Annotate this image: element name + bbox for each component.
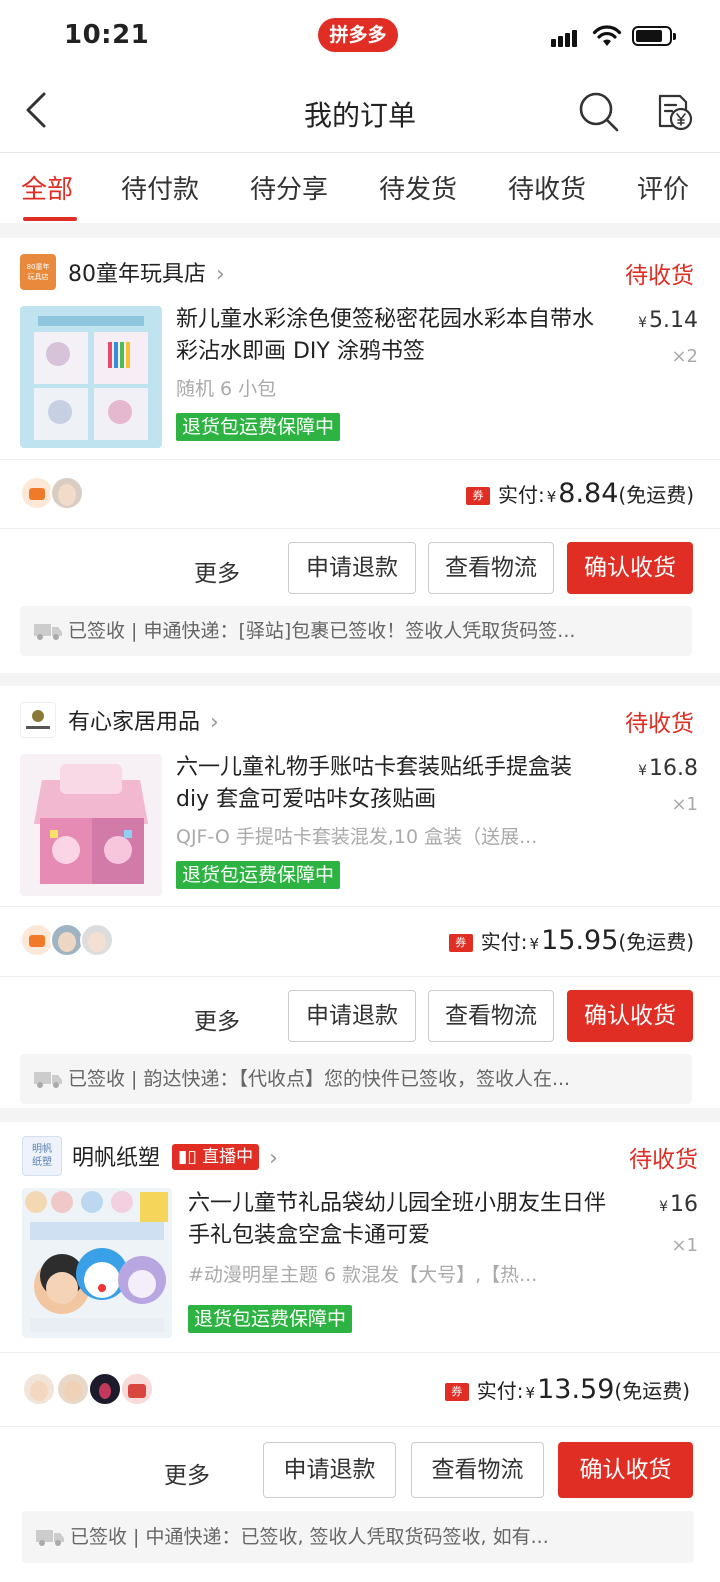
avatar bbox=[120, 1372, 154, 1406]
more-button[interactable]: 更多 bbox=[194, 554, 240, 588]
confirm-receipt-button[interactable]: 确认收货 bbox=[567, 542, 693, 594]
product-spec: QJF-O 手提咕卡套装混发,10 盒装（送展... bbox=[176, 826, 538, 848]
tab-review[interactable]: 评价 bbox=[637, 169, 689, 206]
more-button[interactable]: 更多 bbox=[194, 1002, 240, 1036]
active-tab-indicator bbox=[23, 217, 77, 221]
coupon-badge: 券 bbox=[444, 1383, 469, 1401]
avatar bbox=[56, 1372, 90, 1406]
shop-logo bbox=[20, 702, 56, 738]
truck-icon bbox=[34, 1072, 62, 1088]
divider bbox=[0, 459, 720, 460]
coupon-badge: 券 bbox=[465, 487, 490, 505]
order-card: 明帆 纸塑 明帆纸塑 ▮▯ 直播中 › 待收货 六一儿童节礼品袋幼儿园全班小朋友生日… bbox=[0, 1122, 720, 1582]
coupon-badge: 券 bbox=[448, 934, 473, 952]
order-status: 待收货 bbox=[625, 711, 694, 737]
logistics-bar[interactable]: 已签收 | 申通快递：[驿站]包裹已签收！签收人凭取货码签... bbox=[20, 606, 692, 656]
order-card: 有心家居用品 › 待收货 六一儿童礼物手账咕卡套装贴纸手提盒装 diy 套盒可爱咕… bbox=[0, 686, 720, 1108]
product-image[interactable] bbox=[20, 306, 162, 448]
guarantee-badge: 退货包运费保障中 bbox=[176, 413, 341, 441]
signal-icon bbox=[551, 28, 579, 47]
shop-name[interactable]: 明帆纸塑 ▮▯ 直播中 › bbox=[72, 1140, 278, 1172]
logistics-bar[interactable]: 已签收 | 中通快递：已签收, 签收人凭取货码签收, 如有... bbox=[22, 1511, 694, 1563]
app-badge: 拼多多 bbox=[318, 18, 398, 52]
chevron-right-icon: › bbox=[216, 262, 225, 287]
product-title[interactable]: 新儿童水彩涂色便签秘密花园水彩本自带水彩沾水即画 DIY 涂鸦书签 bbox=[176, 304, 606, 368]
divider bbox=[0, 906, 720, 907]
paid-total: 券实付: ¥8.84(免运费) bbox=[465, 478, 694, 509]
tab-all[interactable]: 全部 bbox=[21, 169, 73, 206]
tab-pending-ship[interactable]: 待发货 bbox=[379, 169, 457, 206]
avatar bbox=[50, 923, 84, 957]
logistics-bar[interactable]: 已签收 | 韵达快递：【代收点】您的快件已签收，签收人在... bbox=[20, 1054, 692, 1104]
shop-logo: 80童年 玩具店 bbox=[20, 254, 56, 290]
truck-icon bbox=[36, 1530, 64, 1546]
quantity: ×2 bbox=[671, 346, 698, 367]
guarantee-badge: 退货包运费保障中 bbox=[188, 1305, 353, 1333]
view-logistics-button[interactable]: 查看物流 bbox=[411, 1442, 544, 1498]
more-button[interactable]: 更多 bbox=[164, 1456, 210, 1490]
order-card: 80童年 玩具店 80童年玩具店 › 待收货 新儿童水彩涂色便签秘密花园水彩本自带… bbox=[0, 238, 720, 673]
truck-icon bbox=[34, 624, 62, 640]
unit-price: ¥16.8 bbox=[638, 756, 698, 781]
refund-button[interactable]: 申请退款 bbox=[263, 1442, 396, 1498]
tab-pending-share[interactable]: 待分享 bbox=[250, 169, 328, 206]
refund-button[interactable]: 申请退款 bbox=[288, 542, 416, 594]
avatar bbox=[50, 476, 84, 510]
status-bar: 10:21 拼多多 bbox=[0, 0, 720, 72]
confirm-receipt-button[interactable]: 确认收货 bbox=[558, 1442, 693, 1498]
status-time: 10:21 bbox=[64, 20, 150, 50]
view-logistics-button[interactable]: 查看物流 bbox=[428, 542, 554, 594]
divider bbox=[0, 976, 720, 977]
avatar bbox=[88, 1372, 122, 1406]
divider bbox=[0, 528, 720, 529]
tab-pending-receive[interactable]: 待收货 bbox=[508, 169, 586, 206]
chevron-right-icon: › bbox=[269, 1146, 278, 1171]
product-spec: #动漫明星主题 6 款混发【大号】,【热... bbox=[188, 1264, 538, 1286]
guarantee-badge: 退货包运费保障中 bbox=[176, 861, 341, 889]
wifi-icon bbox=[592, 25, 622, 46]
order-tabs: 全部 待付款 待分享 待发货 待收货 评价 bbox=[0, 153, 720, 223]
live-badge: ▮▯ 直播中 bbox=[172, 1144, 260, 1170]
divider bbox=[0, 1352, 720, 1353]
avatar bbox=[20, 923, 54, 957]
product-image[interactable] bbox=[22, 1188, 172, 1338]
view-logistics-button[interactable]: 查看物流 bbox=[428, 990, 554, 1042]
confirm-receipt-button[interactable]: 确认收货 bbox=[567, 990, 693, 1042]
search-icon[interactable] bbox=[577, 90, 621, 134]
chevron-right-icon: › bbox=[210, 710, 219, 735]
shop-name[interactable]: 有心家居用品 › bbox=[68, 704, 219, 736]
product-image[interactable] bbox=[20, 754, 162, 896]
product-spec: 随机 6 小包 bbox=[176, 378, 277, 400]
paid-total: 券实付: ¥15.95(免运费) bbox=[448, 925, 694, 956]
unit-price: ¥16 bbox=[659, 1192, 698, 1217]
product-title[interactable]: 六一儿童节礼品袋幼儿园全班小朋友生日伴手礼包装盒空盒卡通可爱 bbox=[188, 1188, 618, 1252]
bill-icon[interactable] bbox=[654, 92, 694, 132]
product-title[interactable]: 六一儿童礼物手账咕卡套装贴纸手提盒装 diy 套盒可爱咕咔女孩贴画 bbox=[176, 752, 606, 816]
refund-button[interactable]: 申请退款 bbox=[288, 990, 416, 1042]
quantity: ×1 bbox=[671, 1235, 698, 1256]
nav-bar: 我的订单 bbox=[0, 72, 720, 153]
tab-pending-payment[interactable]: 待付款 bbox=[121, 169, 199, 206]
order-status: 待收货 bbox=[625, 263, 694, 289]
quantity: ×1 bbox=[671, 794, 698, 815]
paid-total: 券实付: ¥13.59(免运费) bbox=[444, 1374, 690, 1405]
order-status: 待收货 bbox=[629, 1147, 698, 1173]
shop-logo: 明帆 纸塑 bbox=[22, 1136, 62, 1176]
avatar bbox=[80, 923, 114, 957]
unit-price: ¥5.14 bbox=[638, 308, 698, 333]
avatar bbox=[20, 476, 54, 510]
avatar bbox=[22, 1372, 56, 1406]
shop-name[interactable]: 80童年玩具店 › bbox=[68, 256, 225, 288]
divider bbox=[0, 1426, 720, 1427]
battery-icon bbox=[632, 26, 676, 46]
